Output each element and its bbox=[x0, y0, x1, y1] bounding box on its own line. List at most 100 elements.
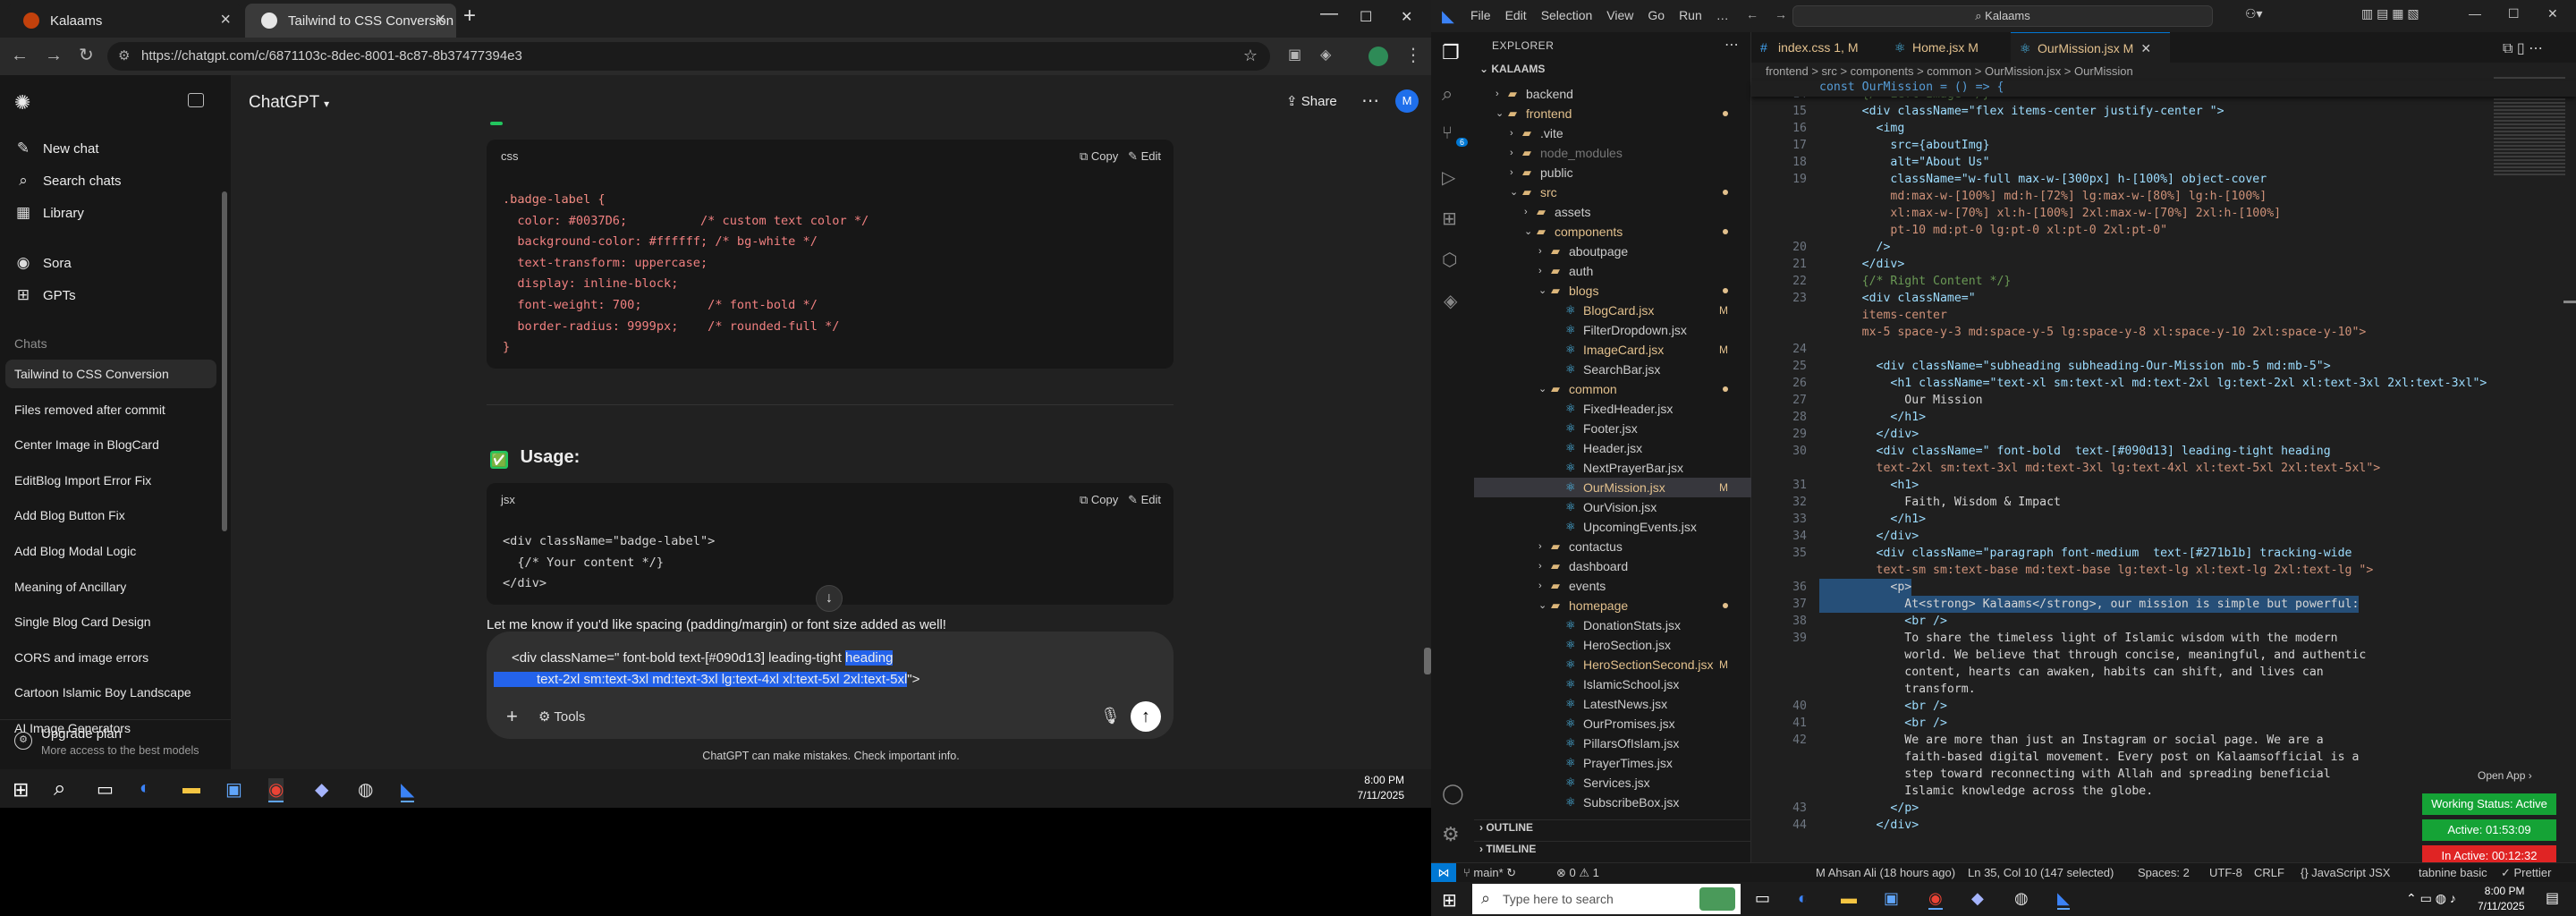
tabnine-status[interactable]: tabnine basic bbox=[2419, 863, 2487, 883]
tree-item[interactable]: ⌄ ▰ frontend bbox=[1474, 104, 1751, 123]
composer-input[interactable]: <div className=" font-bold text-[#090d13… bbox=[494, 648, 1129, 691]
extension-icon[interactable]: ◈ bbox=[1320, 46, 1331, 65]
tree-item[interactable]: › ▰ .vite bbox=[1474, 123, 1751, 143]
windows-start-icon[interactable]: ⊞ bbox=[1442, 889, 1457, 912]
tree-item[interactable]: ⌄ ▰ homepage bbox=[1474, 596, 1751, 615]
send-button[interactable]: ↑ bbox=[1131, 701, 1161, 732]
model-selector[interactable]: ChatGPT ▾ bbox=[249, 93, 329, 113]
tree-item[interactable]: › ▰ node_modules bbox=[1474, 143, 1751, 163]
system-tray-icons[interactable]: ⌃ ▭ ◍ ♪ bbox=[2406, 891, 2456, 906]
user-avatar[interactable]: M bbox=[1395, 89, 1419, 113]
chat-history-item[interactable]: Meaning of Ancillary bbox=[5, 572, 216, 601]
close-tab-icon[interactable]: × bbox=[220, 10, 231, 30]
language-mode[interactable]: {} JavaScript JSX bbox=[2301, 863, 2390, 883]
windows-start-icon[interactable]: ⊞ bbox=[13, 778, 29, 802]
profile-avatar[interactable] bbox=[1368, 47, 1388, 66]
tree-item[interactable]: ⚛ PrayerTimes.jsx bbox=[1474, 753, 1751, 773]
encoding[interactable]: UTF-8 bbox=[2209, 863, 2242, 883]
tree-item[interactable]: ⚛ NextPrayerBar.jsx bbox=[1474, 458, 1751, 478]
tree-item[interactable]: ⚛ FilterDropdown.jsx bbox=[1474, 320, 1751, 340]
branch-indicator[interactable]: ⑂ main* ↻ bbox=[1463, 863, 1516, 883]
more-actions-icon[interactable]: ⋯ bbox=[1724, 36, 1739, 54]
tree-item[interactable]: ⚛ IslamicSchool.jsx bbox=[1474, 674, 1751, 694]
explorer-icon[interactable]: ❐ bbox=[1442, 41, 1460, 64]
tree-item[interactable]: ⌄ ▰ common bbox=[1474, 379, 1751, 399]
chat-history-item[interactable]: CORS and image errors bbox=[5, 643, 216, 672]
search-icon[interactable]: ⌕ bbox=[1442, 82, 1453, 106]
minimize-icon[interactable]: — bbox=[1320, 4, 1338, 24]
tree-item[interactable]: ⚛ ImageCard.jsx M bbox=[1474, 340, 1751, 360]
chat-history-item[interactable]: Add Blog Modal Logic bbox=[5, 537, 216, 565]
remote-icon[interactable]: ⬡ bbox=[1442, 249, 1457, 271]
tree-item[interactable]: › ▰ public bbox=[1474, 163, 1751, 182]
reload-icon[interactable]: ↻ bbox=[79, 46, 94, 65]
library-button[interactable]: ▦ Library bbox=[14, 204, 84, 222]
maximize-icon[interactable]: ☐ bbox=[2508, 6, 2520, 21]
breadcrumb[interactable]: frontend > src > components > common > O… bbox=[1766, 64, 2133, 78]
open-app-link[interactable]: Open App › bbox=[2478, 769, 2532, 782]
tree-item[interactable]: ⚛ OurVision.jsx bbox=[1474, 497, 1751, 517]
app-icon[interactable]: ◆ bbox=[1971, 889, 1984, 908]
gpts-button[interactable]: ⊞ GPTs bbox=[14, 286, 76, 304]
git-blame[interactable]: M Ahsan Ali (18 hours ago) bbox=[1816, 863, 1955, 883]
store-icon[interactable]: ▣ bbox=[225, 778, 242, 801]
close-tab-icon[interactable]: ✕ bbox=[2140, 41, 2151, 55]
code-editor[interactable]: 14 {/* Left Image */}15 <div className="… bbox=[1751, 86, 2576, 862]
command-center-search[interactable]: ⌕ Kalaams bbox=[1792, 5, 2213, 27]
tab-home-jsx[interactable]: ⚛ Home.jsx M bbox=[1885, 32, 1995, 63]
outline-section[interactable]: › OUTLINE bbox=[1479, 821, 1533, 834]
menu-item[interactable]: … bbox=[1716, 8, 1729, 22]
menu-item[interactable]: Go bbox=[1648, 8, 1665, 22]
tree-item[interactable]: ⚛ BlogCard.jsx M bbox=[1474, 301, 1751, 320]
tree-item[interactable]: › ▰ backend bbox=[1474, 84, 1751, 104]
file-explorer-icon[interactable]: ▬ bbox=[182, 778, 200, 799]
tree-item[interactable]: ⌄ ▰ components bbox=[1474, 222, 1751, 242]
sora-button[interactable]: ◉ Sora bbox=[14, 254, 72, 272]
tree-item[interactable]: › ▰ events bbox=[1474, 576, 1751, 596]
share-button[interactable]: ⇪ Share bbox=[1286, 93, 1337, 109]
account-icon[interactable]: ◯ bbox=[1442, 782, 1464, 805]
close-window-icon[interactable]: ✕ bbox=[1401, 8, 1412, 26]
chat-history-item[interactable]: Tailwind to CSS Conversion bbox=[5, 360, 216, 388]
vscode-icon[interactable]: ◣ bbox=[2057, 889, 2070, 910]
layout-icon[interactable]: ▥ ▤ ▦ ▧ bbox=[2361, 6, 2419, 21]
forward-icon[interactable]: → bbox=[45, 46, 63, 65]
edge-icon[interactable]: ◐ bbox=[1798, 889, 1808, 908]
tree-item[interactable]: › ▰ auth bbox=[1474, 261, 1751, 281]
tree-item[interactable]: › ▰ aboutpage bbox=[1474, 242, 1751, 261]
vscode-icon[interactable]: ◣ bbox=[401, 778, 415, 802]
tree-item[interactable]: ⚛ UpcomingEvents.jsx bbox=[1474, 517, 1751, 537]
tree-item[interactable]: ⚛ OurPromises.jsx bbox=[1474, 714, 1751, 734]
add-attachment-button[interactable]: + bbox=[506, 705, 518, 728]
sticky-scroll-line[interactable]: const OurMission = () => { bbox=[1751, 81, 2576, 97]
copy-button[interactable]: ⧉ Copy bbox=[1080, 493, 1118, 506]
tab-ourmission-jsx[interactable]: ⚛ OurMission.jsx M ✕ bbox=[2011, 32, 2170, 63]
tree-item[interactable]: ⚛ FixedHeader.jsx bbox=[1474, 399, 1751, 419]
tree-item[interactable]: ⚛ SubscribeBox.jsx bbox=[1474, 793, 1751, 812]
maximize-icon[interactable]: ☐ bbox=[1360, 8, 1372, 26]
chrome-icon[interactable]: ◉ bbox=[268, 778, 284, 802]
chat-history-item[interactable]: Files removed after commit bbox=[5, 395, 216, 424]
menu-item[interactable]: View bbox=[1606, 8, 1633, 22]
more-options-icon[interactable]: ⋯ bbox=[1361, 89, 1379, 112]
bookmark-star-icon[interactable]: ☆ bbox=[1243, 47, 1258, 65]
tree-item[interactable]: ⚛ DonationStats.jsx bbox=[1474, 615, 1751, 635]
remote-indicator-icon[interactable]: ⋈ bbox=[1431, 863, 1456, 883]
clock[interactable]: 8:00 PM 7/11/2025 bbox=[1358, 773, 1405, 803]
minimize-icon[interactable]: — bbox=[2469, 6, 2481, 21]
address-bar[interactable]: ⚙ https://chatgpt.com/c/6871103c-8dec-80… bbox=[107, 42, 1270, 71]
forward-icon[interactable]: → bbox=[1775, 7, 1787, 21]
chat-history-item[interactable]: EditBlog Import Error Fix bbox=[5, 466, 216, 495]
chat-history-item[interactable]: Add Blog Button Fix bbox=[5, 501, 216, 530]
browser-menu-icon[interactable]: ⋮ bbox=[1404, 46, 1422, 65]
line-ending[interactable]: CRLF bbox=[2254, 863, 2284, 883]
menu-item[interactable]: File bbox=[1470, 8, 1491, 22]
back-icon[interactable]: ← bbox=[11, 46, 29, 65]
indentation[interactable]: Spaces: 2 bbox=[2138, 863, 2190, 883]
run-debug-icon[interactable]: ▷ bbox=[1442, 166, 1455, 189]
chat-composer[interactable]: <div className=" font-bold text-[#090d13… bbox=[487, 632, 1174, 739]
chat-history-item[interactable]: Cartoon Islamic Boy Landscape bbox=[5, 678, 216, 707]
back-icon[interactable]: ← bbox=[1746, 7, 1758, 21]
cursor-position[interactable]: Ln 35, Col 10 (147 selected) bbox=[1968, 863, 2114, 883]
extension-icon[interactable]: ◈ bbox=[1444, 290, 1457, 312]
